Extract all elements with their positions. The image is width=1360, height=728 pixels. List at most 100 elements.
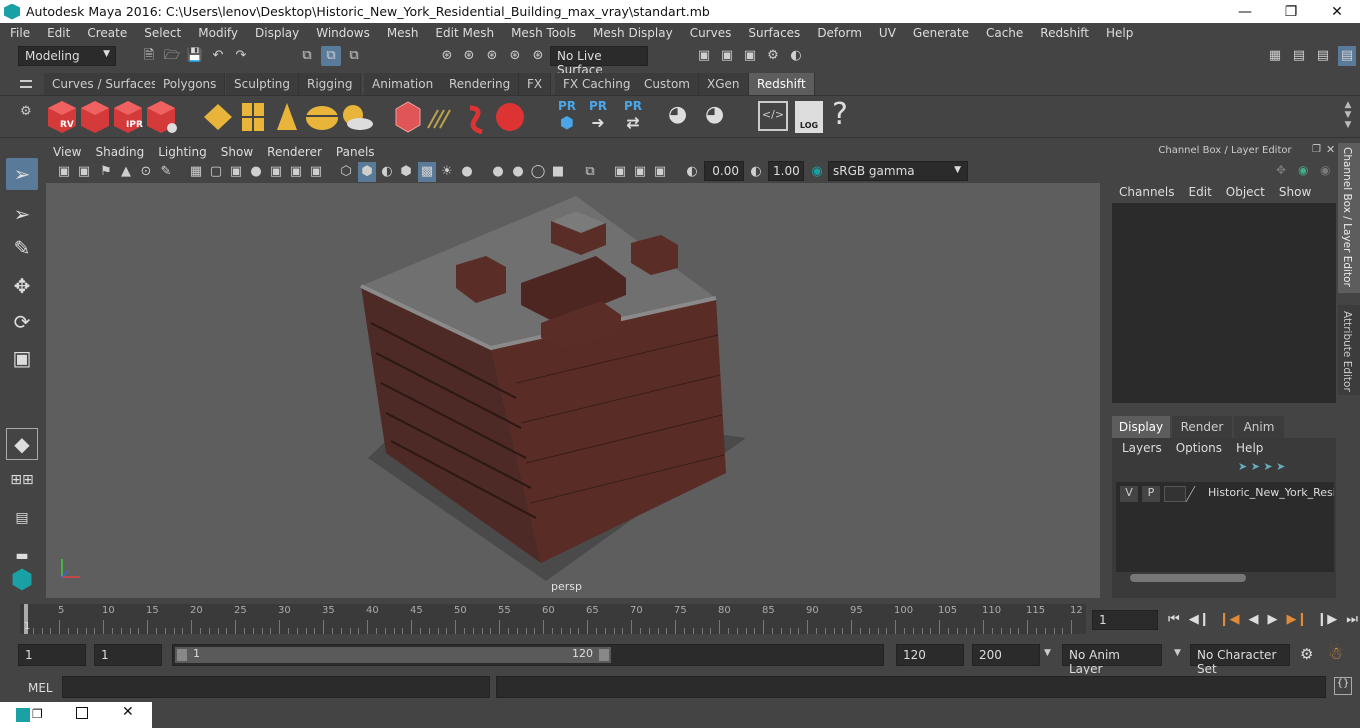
render-current-icon[interactable]: ▣	[718, 46, 736, 66]
save-scene-icon[interactable]: 💾	[186, 46, 204, 66]
workspace-icon[interactable]: ▦	[1266, 46, 1284, 66]
options-menu[interactable]: Options	[1176, 441, 1222, 455]
pr-mesh-button[interactable]: PR ⬢	[552, 99, 582, 133]
close-panel-icon[interactable]: ✕	[1326, 143, 1335, 156]
float-panel-icon[interactable]: ❐	[1312, 144, 1321, 155]
time-slider[interactable]: 5 10 15 20 25 30 35 40 45 50 55 60 65 70 75 80 85 90 95 100…	[0, 602, 1360, 636]
xray-components-icon[interactable]: ▣	[632, 162, 648, 182]
maximize-icon[interactable]	[76, 707, 88, 719]
exposure-icon[interactable]: ◐	[684, 162, 700, 182]
layer-visibility-toggle[interactable]: V	[1120, 486, 1138, 502]
range-right-handle[interactable]	[599, 649, 609, 661]
layer-tab-display[interactable]: Display	[1112, 416, 1170, 438]
menu-redshift[interactable]: Redshift	[1030, 26, 1096, 40]
current-frame-field[interactable]: 1	[1092, 610, 1158, 630]
snap-view-icon[interactable]: ⊛	[506, 46, 524, 66]
playback-start-field[interactable]: 1	[94, 644, 162, 666]
viewport-menu-view[interactable]: View	[46, 145, 88, 159]
viewport-menu-panels[interactable]: Panels	[329, 145, 382, 159]
log-icon[interactable]: LOG	[795, 101, 823, 133]
restore-icon[interactable]: ❐	[32, 707, 43, 721]
layer-tab-render[interactable]: Render	[1172, 416, 1232, 438]
ambient-occlusion-icon[interactable]: ●	[459, 162, 475, 182]
minimize-button[interactable]: —	[1222, 0, 1268, 23]
render-settings-icon[interactable]: ⚙	[764, 46, 782, 66]
xray-icon[interactable]: ⧉	[582, 162, 598, 182]
go-to-end-icon[interactable]: ⏭	[1346, 610, 1358, 630]
shadows-icon[interactable]: ☀	[439, 162, 455, 182]
maximize-button[interactable]: ❐	[1268, 0, 1314, 23]
smooth-shade-icon[interactable]: ⬢	[358, 162, 376, 182]
side-tab-attribute-editor[interactable]: Attribute Editor	[1338, 305, 1360, 395]
end-time-field[interactable]: 200	[972, 644, 1040, 666]
tab-fx[interactable]: FX	[519, 73, 552, 95]
shelf-menu-icon[interactable]	[20, 80, 32, 88]
script-editor-icon[interactable]: </>	[758, 101, 788, 131]
layer-row[interactable]: V P Historic_New_York_Resid	[1118, 486, 1334, 504]
help-icon[interactable]: ?	[832, 98, 854, 132]
menu-uv[interactable]: UV	[869, 26, 903, 40]
channels-menu[interactable]: Channels	[1119, 185, 1175, 199]
tab-polygons[interactable]: Polygons	[155, 73, 226, 95]
tab-animation[interactable]: Animation	[364, 73, 443, 95]
menu-mesh[interactable]: Mesh	[377, 26, 426, 40]
wireframe-on-shaded-icon[interactable]: ◐	[379, 162, 395, 182]
layout-four-icon[interactable]: ⊞⊞	[6, 464, 38, 496]
side-tab-channel-box[interactable]: Channel Box / Layer Editor	[1338, 143, 1360, 293]
menu-surfaces[interactable]: Surfaces	[738, 26, 807, 40]
snap-surface-icon[interactable]: ⊛	[529, 46, 547, 66]
menu-cache[interactable]: Cache	[976, 26, 1030, 40]
safe-action-icon[interactable]: ▣	[288, 162, 304, 182]
bookmark-icon[interactable]: ⚑	[98, 162, 114, 182]
step-back-frame-icon[interactable]: ❙◀	[1219, 610, 1240, 630]
gate-mask-icon[interactable]: ●	[248, 162, 264, 182]
range-slider[interactable]: 1 120	[172, 644, 884, 666]
step-back-key-icon[interactable]: ◀❙	[1189, 610, 1210, 630]
menu-select[interactable]: Select	[134, 26, 188, 40]
camera-select-icon[interactable]: ▣	[56, 162, 72, 182]
xray-joints-icon[interactable]: ▣	[612, 162, 628, 182]
gamma-icon[interactable]: ◐	[748, 162, 764, 182]
close-icon[interactable]: ✕	[122, 704, 134, 720]
grid-icon[interactable]: ▦	[188, 162, 204, 182]
mel-label[interactable]: MEL	[28, 681, 53, 695]
layer-color-swatch[interactable]	[1164, 486, 1186, 502]
start-time-field[interactable]: 1	[18, 644, 86, 666]
auto-key-icon[interactable]: ⚙	[1300, 645, 1320, 665]
cb-edit-menu[interactable]: Edit	[1189, 185, 1212, 199]
select-tool-icon[interactable]: ➢	[6, 158, 38, 190]
options-icon[interactable]: ◉	[1320, 163, 1330, 177]
menu-edit[interactable]: Edit	[37, 26, 77, 40]
gamma-field[interactable]: 1.00	[768, 161, 804, 181]
anti-aliasing-icon[interactable]: ●	[510, 162, 526, 182]
menu-edit-mesh[interactable]: Edit Mesh	[425, 26, 501, 40]
ipr-render-icon[interactable]: ▣	[741, 46, 759, 66]
character-set-select[interactable]: No Character Set	[1190, 644, 1290, 676]
shelf-settings-icon[interactable]: ⚙	[20, 104, 34, 124]
range-slider-handle[interactable]: 1 120	[175, 647, 611, 663]
motion-blur-icon[interactable]: ●	[490, 162, 506, 182]
menu-help[interactable]: Help	[1096, 26, 1140, 40]
layer-action-icons[interactable]: ➤ ➤ ➤ ➤	[1238, 460, 1334, 474]
tab-fx-caching[interactable]: FX Caching	[555, 73, 640, 95]
shelf-scroll-icon[interactable]: ▲ ▼ ▼	[1341, 100, 1355, 134]
play-backward-icon[interactable]: ◀	[1248, 610, 1258, 630]
layer-help-menu[interactable]: Help	[1236, 441, 1263, 455]
select-by-hierarchy-icon[interactable]: ⧉	[298, 46, 316, 66]
layers-menu[interactable]: Layers	[1122, 441, 1162, 455]
move-tool-icon[interactable]: ✥	[6, 270, 38, 302]
mode-select[interactable]: Modeling ▼	[18, 46, 116, 66]
play-forward-icon[interactable]: ▶	[1267, 610, 1277, 630]
time-ruler[interactable]: 5 10 15 20 25 30 35 40 45 50 55 60 65 70 75 80 85 90 95 100…	[20, 604, 1086, 634]
viewport-menu-shading[interactable]: Shading	[88, 145, 151, 159]
step-forward-key-icon[interactable]: ❙▶	[1316, 610, 1337, 630]
menu-mesh-tools[interactable]: Mesh Tools	[501, 26, 583, 40]
color-management-icon[interactable]: ◉	[808, 162, 826, 182]
camera-attributes-icon[interactable]: ▣	[76, 162, 92, 182]
tab-sculpting[interactable]: Sculpting	[226, 73, 300, 95]
snap-grid-icon[interactable]: ⊛	[438, 46, 456, 66]
layout-side-icon[interactable]: ▤	[6, 502, 38, 534]
depth-of-field-icon[interactable]: ◯	[530, 162, 546, 182]
menu-deform[interactable]: Deform	[807, 26, 869, 40]
tab-xgen[interactable]: XGen	[699, 73, 749, 95]
